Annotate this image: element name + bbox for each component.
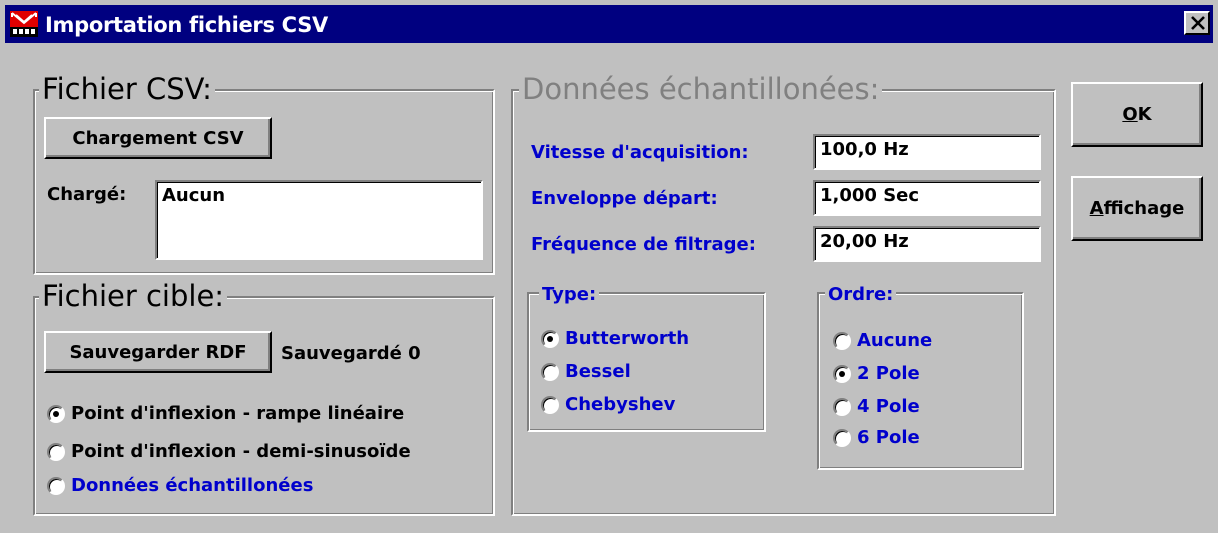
filter-frequency-label: Fréquence de filtrage:: [531, 234, 756, 255]
radio-button[interactable]: [833, 428, 851, 447]
option-linear-ramp[interactable]: Point d'inflexion - rampe linéaire: [47, 403, 404, 424]
title-bar[interactable]: Importation fichiers CSV: [5, 5, 1213, 43]
radio-button[interactable]: [47, 404, 65, 423]
option-label: Butterworth: [565, 328, 690, 349]
radio-button[interactable]: [541, 329, 559, 348]
close-icon: [1191, 16, 1205, 30]
acquisition-rate-field[interactable]: 100,0 Hz: [813, 134, 1041, 170]
order-6-pole[interactable]: 6 Pole: [833, 427, 920, 448]
radio-button[interactable]: [47, 476, 65, 495]
ok-button-label: OK: [1122, 104, 1152, 125]
filter-order-title: Ordre:: [825, 285, 897, 305]
option-label: Chebyshev: [565, 394, 676, 415]
radio-button[interactable]: [833, 397, 851, 416]
radio-button[interactable]: [541, 362, 559, 381]
filter-frequency-field[interactable]: 20,00 Hz: [813, 226, 1041, 262]
acquisition-rate-label: Vitesse d'acquisition:: [531, 142, 749, 163]
loaded-label: Chargé:: [47, 184, 127, 205]
target-file-group-title: Fichier cible:: [39, 280, 228, 312]
close-button[interactable]: [1184, 11, 1210, 35]
load-csv-button[interactable]: Chargement CSV: [44, 117, 272, 159]
option-label: Point d'inflexion - rampe linéaire: [71, 403, 405, 424]
radio-button[interactable]: [541, 395, 559, 414]
option-label: 6 Pole: [857, 427, 920, 448]
type-butterworth[interactable]: Butterworth: [541, 328, 689, 349]
filter-type-title: Type:: [539, 285, 600, 305]
loaded-file-field[interactable]: Aucun: [155, 180, 483, 260]
option-label: Données échantillonées: [71, 475, 314, 496]
saved-status: Sauvegardé 0: [281, 343, 421, 364]
window-title: Importation fichiers CSV: [45, 13, 328, 37]
option-label: 4 Pole: [857, 396, 920, 417]
csv-file-group-title: Fichier CSV:: [39, 73, 215, 105]
option-half-sine[interactable]: Point d'inflexion - demi-sinusoïde: [47, 441, 411, 462]
start-envelope-label: Enveloppe départ:: [531, 188, 718, 209]
type-chebyshev[interactable]: Chebyshev: [541, 394, 675, 415]
option-label: 2 Pole: [857, 363, 920, 384]
radio-button[interactable]: [833, 331, 851, 350]
app-logo-icon: [10, 11, 38, 37]
sampled-data-group-title: Données échantillonées:: [519, 73, 883, 105]
option-sampled-data[interactable]: Données échantillonées: [47, 475, 313, 496]
start-envelope-field[interactable]: 1,000 Sec: [813, 180, 1041, 216]
order-none[interactable]: Aucune: [833, 330, 932, 351]
type-bessel[interactable]: Bessel: [541, 361, 631, 382]
radio-button[interactable]: [47, 442, 65, 461]
option-label: Bessel: [565, 361, 631, 382]
option-label: Point d'inflexion - demi-sinusoïde: [71, 441, 411, 462]
order-4-pole[interactable]: 4 Pole: [833, 396, 920, 417]
save-rdf-button[interactable]: Sauvegarder RDF: [44, 331, 272, 373]
import-csv-dialog: Importation fichiers CSV Fichier CSV: Ch…: [0, 0, 1218, 533]
option-label: Aucune: [857, 330, 933, 351]
order-2-pole[interactable]: 2 Pole: [833, 363, 920, 384]
display-button[interactable]: Affichage: [1071, 176, 1203, 241]
display-button-label: Affichage: [1089, 198, 1185, 219]
ok-button[interactable]: OK: [1071, 82, 1203, 147]
radio-button[interactable]: [833, 364, 851, 383]
